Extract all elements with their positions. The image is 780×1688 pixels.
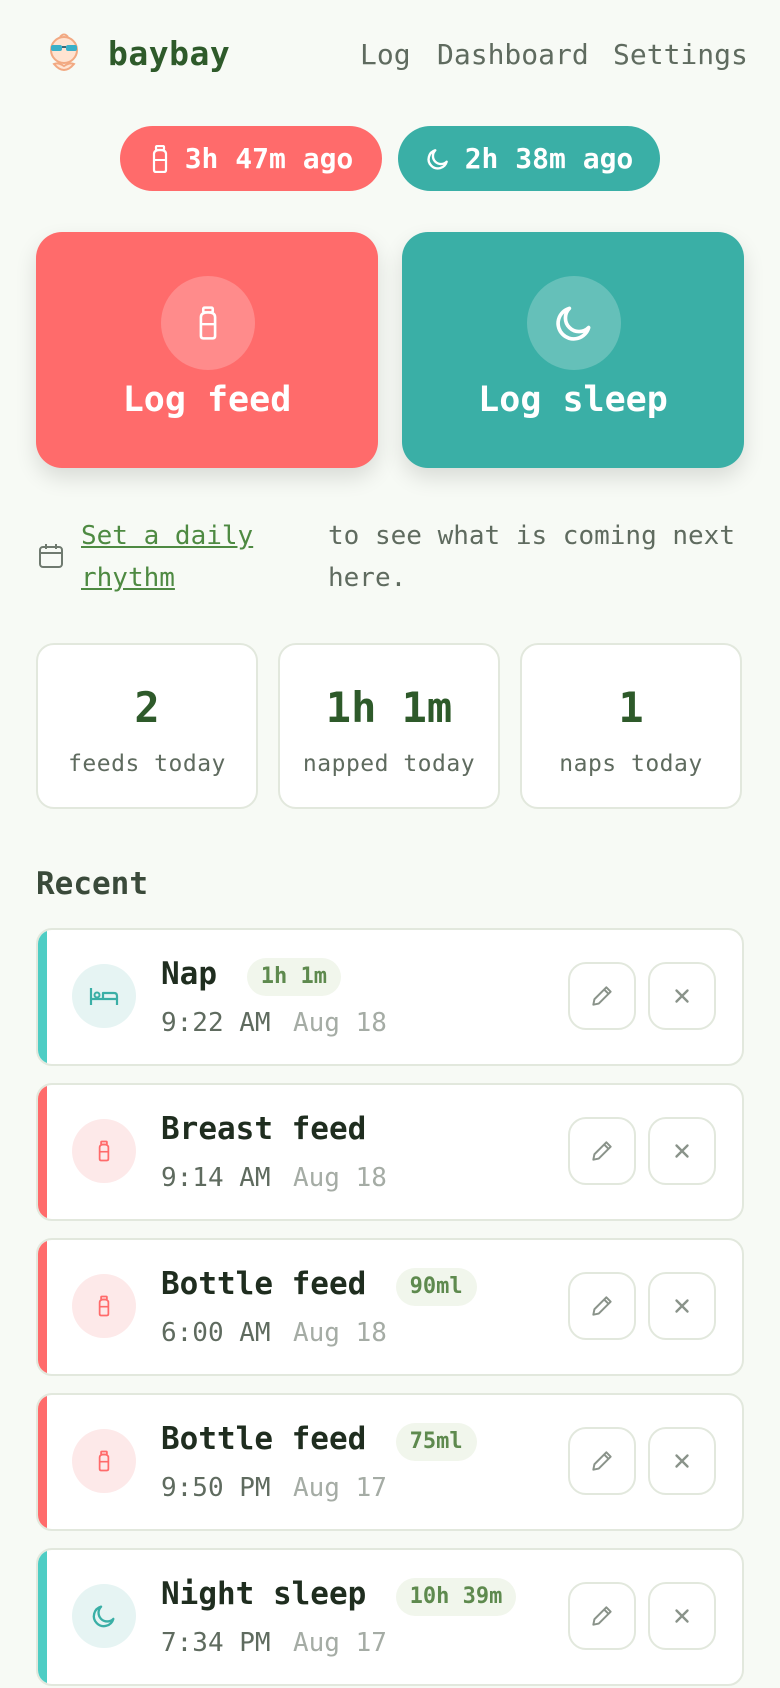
bottle-icon: [72, 1274, 136, 1338]
log-feed-label: Log feed: [122, 380, 292, 420]
entry-badge: 10h 39m: [395, 1578, 517, 1616]
bottle-icon: [152, 144, 167, 173]
calendar-icon: [39, 544, 63, 568]
last-feed-text: 3h 47m ago: [184, 142, 354, 175]
close-icon: [675, 989, 689, 1003]
entry-color-bar: [38, 1395, 47, 1529]
bottle-icon: [199, 306, 217, 340]
rhythm-hint-text: to see what is coming next here.: [328, 521, 735, 593]
moon-icon: [72, 1584, 136, 1648]
close-icon: [675, 1454, 689, 1468]
entry-badge: 90ml: [395, 1268, 477, 1306]
moon-icon: [427, 148, 448, 170]
bottle-icon: [72, 1429, 136, 1493]
entry-date: Aug 18: [293, 1163, 387, 1193]
entry-color-bar: [38, 1240, 47, 1374]
moon-icon-circle: [527, 276, 621, 370]
entry-color-bar: [38, 1550, 47, 1684]
stat-value: 2: [134, 683, 160, 732]
recent-entry[interactable]: Bottle feed 75ml 9:50 PM Aug 17: [36, 1393, 744, 1531]
entry-time: 7:34 PM: [161, 1628, 271, 1658]
stat-label: napped today: [302, 751, 476, 777]
last-feed-pill: 3h 47m ago: [120, 126, 382, 191]
nav-log-link[interactable]: Log: [360, 38, 411, 71]
log-sleep-label: Log sleep: [478, 380, 668, 420]
delete-entry-button[interactable]: [648, 1272, 716, 1340]
bottle-icon-circle: [161, 276, 255, 370]
entry-title: Night sleep: [161, 1576, 367, 1612]
stat-label: feeds today: [68, 751, 226, 777]
bottle-icon: [72, 1119, 136, 1183]
stat-label: naps today: [559, 751, 703, 777]
close-icon: [675, 1609, 689, 1623]
set-rhythm-link[interactable]: Set a daily rhythm: [81, 515, 301, 599]
moon-icon: [556, 306, 591, 341]
entry-title: Breast feed: [161, 1111, 367, 1147]
delete-entry-button[interactable]: [648, 1582, 716, 1650]
entry-time: 9:22 AM: [161, 1008, 271, 1038]
recent-entry[interactable]: Breast feed 9:14 AM Aug 18: [36, 1083, 744, 1221]
nav-settings-link[interactable]: Settings: [613, 38, 748, 71]
entry-color-bar: [38, 930, 47, 1064]
entry-title: Nap: [161, 956, 217, 992]
nav-dashboard-link[interactable]: Dashboard: [437, 38, 589, 71]
stat-naps-today: 1 naps today: [520, 643, 742, 809]
entry-date: Aug 17: [293, 1628, 387, 1658]
baby-sunglasses-icon[interactable]: [40, 30, 88, 78]
edit-entry-button[interactable]: [568, 1272, 636, 1340]
entry-time: 6:00 AM: [161, 1318, 271, 1348]
edit-entry-button[interactable]: [568, 1117, 636, 1185]
delete-entry-button[interactable]: [648, 1427, 716, 1495]
entry-date: Aug 18: [293, 1318, 387, 1348]
edit-entry-button[interactable]: [568, 962, 636, 1030]
rhythm-hint: Set a daily rhythm to see what is coming…: [36, 515, 746, 595]
entry-badge: 75ml: [395, 1423, 477, 1461]
log-sleep-button[interactable]: Log sleep: [402, 232, 744, 468]
stat-value: 1: [618, 683, 644, 732]
entry-color-bar: [38, 1085, 47, 1219]
edit-entry-button[interactable]: [568, 1427, 636, 1495]
stat-napped-today: 1h 1m napped today: [278, 643, 500, 809]
entry-time: 9:50 PM: [161, 1473, 271, 1503]
app-header: baybay Log Dashboard Settings: [0, 0, 780, 110]
entry-date: Aug 17: [293, 1473, 387, 1503]
delete-entry-button[interactable]: [648, 1117, 716, 1185]
stat-feeds-today: 2 feeds today: [36, 643, 258, 809]
last-sleep-pill: 2h 38m ago: [398, 126, 660, 191]
pencil-icon: [592, 986, 612, 1006]
pencil-icon: [592, 1606, 612, 1626]
edit-entry-button[interactable]: [568, 1582, 636, 1650]
recent-heading: Recent: [36, 866, 148, 902]
pencil-icon: [592, 1451, 612, 1471]
entry-title: Bottle feed: [161, 1421, 367, 1457]
entry-date: Aug 18: [293, 1008, 387, 1038]
entry-time: 9:14 AM: [161, 1163, 271, 1193]
brand-name[interactable]: baybay: [108, 34, 230, 73]
stat-value: 1h 1m: [325, 683, 453, 732]
close-icon: [675, 1144, 689, 1158]
pencil-icon: [592, 1296, 612, 1316]
log-feed-button[interactable]: Log feed: [36, 232, 378, 468]
recent-entry[interactable]: Nap 1h 1m 9:22 AM Aug 18: [36, 928, 744, 1066]
last-sleep-text: 2h 38m ago: [464, 142, 634, 175]
recent-entry[interactable]: Night sleep 10h 39m 7:34 PM Aug 17: [36, 1548, 744, 1686]
delete-entry-button[interactable]: [648, 962, 716, 1030]
bed-icon: [72, 964, 136, 1028]
entry-badge: 1h 1m: [246, 958, 342, 996]
close-icon: [675, 1299, 689, 1313]
entry-title: Bottle feed: [161, 1266, 367, 1302]
recent-entry[interactable]: Bottle feed 90ml 6:00 AM Aug 18: [36, 1238, 744, 1376]
pencil-icon: [592, 1141, 612, 1161]
